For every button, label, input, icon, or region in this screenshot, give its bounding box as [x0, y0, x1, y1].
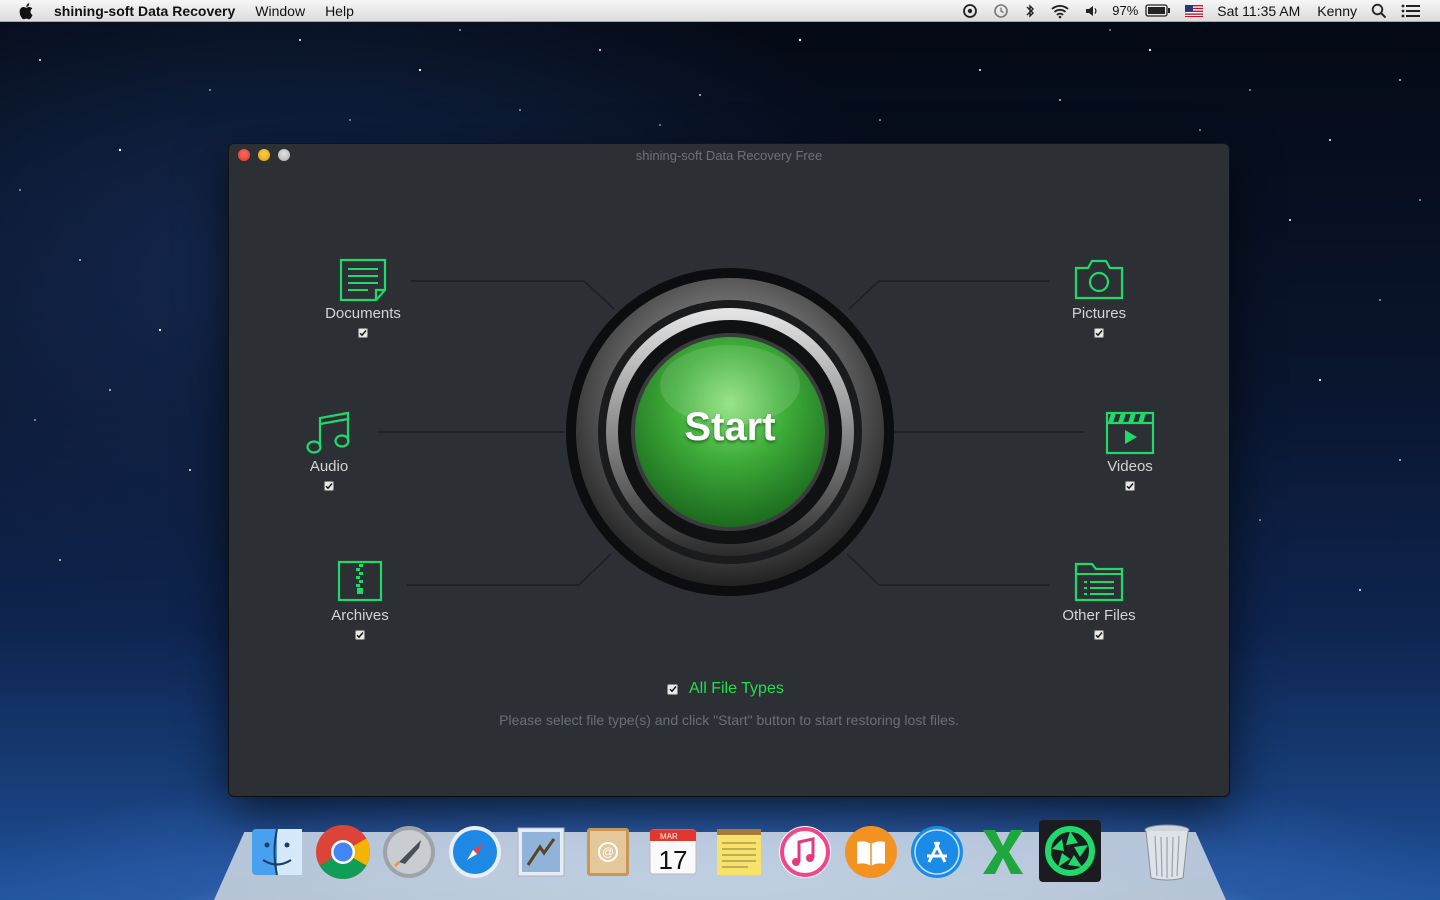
- calendar-day: 17: [659, 845, 688, 875]
- notification-center-icon[interactable]: [1394, 3, 1428, 19]
- menu-clock[interactable]: Sat 11:35 AM: [1210, 3, 1307, 19]
- menu-bar: shining-soft Data Recovery Window Help 9…: [0, 0, 1440, 22]
- all-file-types-checkbox[interactable]: [667, 683, 678, 695]
- filetype-other-files[interactable]: Other Files: [1053, 558, 1145, 640]
- filetype-audio-label: Audio: [309, 458, 349, 475]
- wifi-icon[interactable]: [1043, 3, 1077, 19]
- status-search-icon[interactable]: [955, 3, 985, 19]
- filetype-archives-checkbox[interactable]: [355, 630, 365, 640]
- finder-icon[interactable]: [247, 822, 307, 882]
- filetype-other-files-checkbox[interactable]: [1094, 630, 1104, 640]
- music-note-icon: [306, 411, 350, 454]
- camera-icon: [1074, 259, 1124, 300]
- all-file-types[interactable]: All File Types: [667, 680, 784, 698]
- filetype-audio[interactable]: Audio: [299, 409, 359, 491]
- battery-icon[interactable]: [1145, 4, 1178, 17]
- filetype-videos-label: Videos: [1107, 458, 1153, 475]
- contacts-icon[interactable]: @: [577, 822, 637, 882]
- time-machine-icon[interactable]: [985, 3, 1017, 19]
- calendar-month: MAR: [660, 832, 678, 841]
- start-button-label: Start: [684, 405, 776, 449]
- menu-window[interactable]: Window: [245, 3, 315, 19]
- filetype-archives-label: Archives: [331, 607, 389, 624]
- filetype-archives[interactable]: Archives: [325, 558, 395, 640]
- menu-help[interactable]: Help: [315, 3, 364, 19]
- safari-icon[interactable]: [445, 822, 505, 882]
- app-store-icon[interactable]: [907, 822, 967, 882]
- input-source-flag-icon[interactable]: [1178, 4, 1210, 17]
- folder-icon: [1074, 562, 1124, 602]
- archive-zip-icon: [337, 560, 383, 602]
- data-recovery-icon[interactable]: [1039, 820, 1101, 882]
- filetype-pictures-label: Pictures: [1071, 305, 1127, 322]
- filetype-pictures-checkbox[interactable]: [1094, 328, 1104, 338]
- start-button[interactable]: Start: [565, 267, 895, 597]
- svg-text:@: @: [602, 845, 614, 859]
- document-icon: [339, 258, 387, 302]
- app-window: shining-soft Data Recovery Free Document…: [229, 144, 1229, 796]
- spotlight-icon[interactable]: [1364, 3, 1394, 19]
- menu-user[interactable]: Kenny: [1307, 3, 1364, 19]
- instruction-hint: Please select file type(s) and click "St…: [499, 712, 959, 728]
- trash-icon[interactable]: [1137, 822, 1197, 882]
- filetype-videos-checkbox[interactable]: [1125, 481, 1135, 491]
- filetype-documents[interactable]: Documents: [321, 256, 405, 338]
- filetype-audio-checkbox[interactable]: [324, 481, 334, 491]
- video-clapper-icon: [1105, 411, 1155, 455]
- apple-menu-icon[interactable]: [16, 0, 38, 22]
- excel-icon[interactable]: [973, 822, 1033, 882]
- filetype-documents-checkbox[interactable]: [358, 328, 368, 338]
- launchpad-icon[interactable]: [379, 822, 439, 882]
- bluetooth-icon[interactable]: [1017, 3, 1043, 19]
- filetype-other-files-label: Other Files: [1062, 607, 1136, 624]
- menu-app-name[interactable]: shining-soft Data Recovery: [38, 3, 245, 19]
- mail-icon[interactable]: [511, 822, 571, 882]
- filetype-documents-label: Documents: [325, 305, 401, 322]
- filetype-pictures[interactable]: Pictures: [1061, 256, 1137, 338]
- calendar-icon[interactable]: MAR 17: [643, 822, 703, 882]
- chrome-icon[interactable]: [313, 822, 373, 882]
- filetype-videos[interactable]: Videos: [1100, 409, 1160, 491]
- notes-icon[interactable]: [709, 822, 769, 882]
- volume-icon[interactable]: [1077, 4, 1105, 18]
- itunes-icon[interactable]: [775, 822, 835, 882]
- battery-percent[interactable]: 97%: [1105, 3, 1145, 18]
- all-file-types-label: All File Types: [689, 680, 784, 697]
- ibooks-icon[interactable]: [841, 822, 901, 882]
